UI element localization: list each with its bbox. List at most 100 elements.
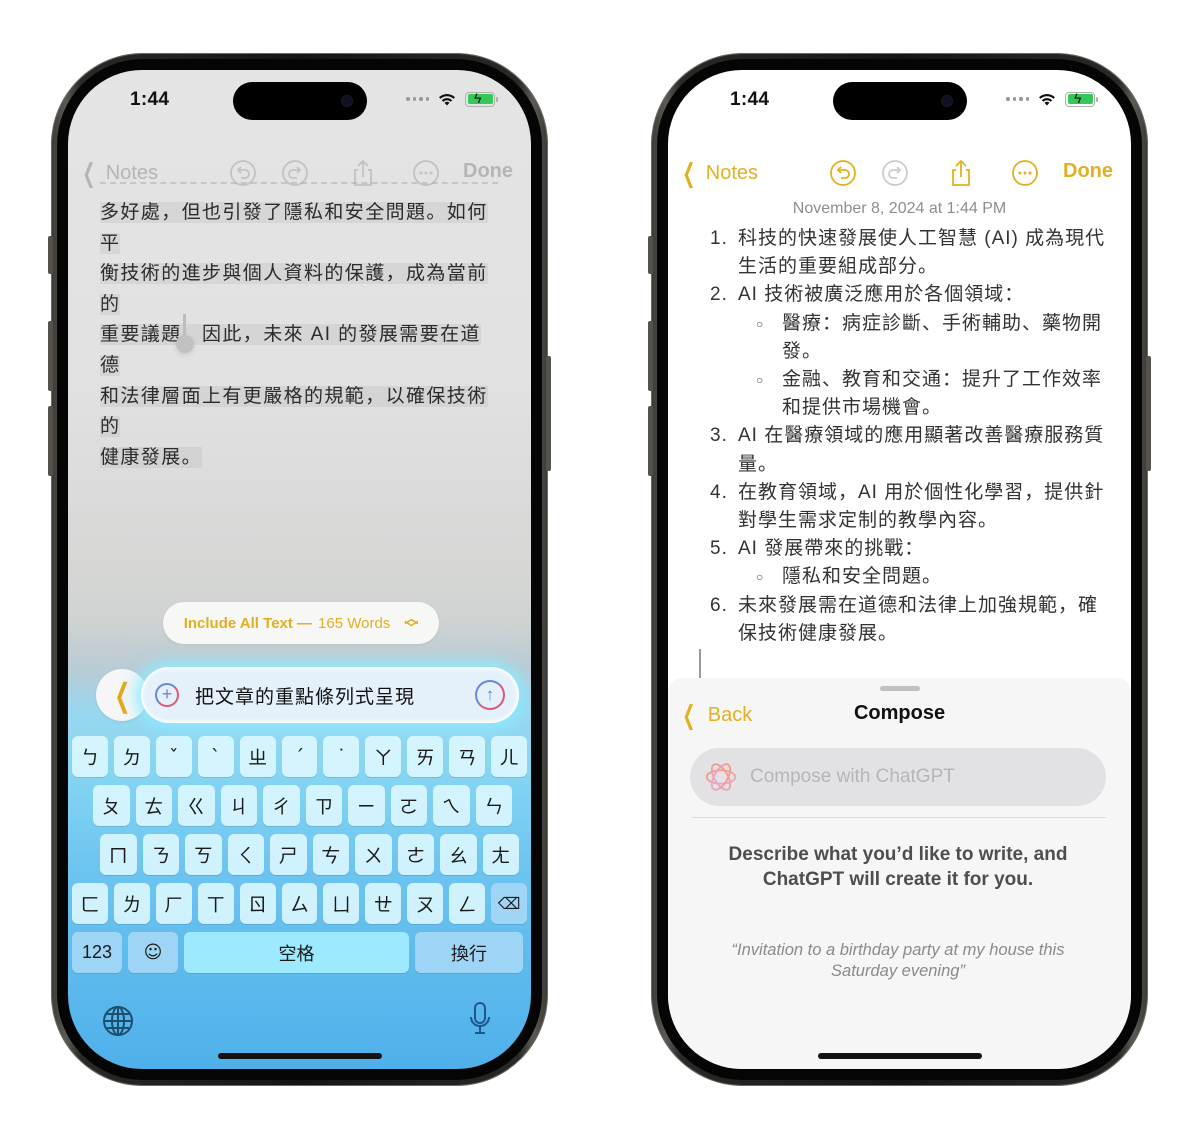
done-button[interactable]: Done [1063, 160, 1113, 183]
numbers-key[interactable]: 123 [72, 932, 122, 973]
home-indicator[interactable] [817, 1053, 982, 1059]
chatgpt-logo-icon [705, 763, 737, 791]
share-icon[interactable] [946, 158, 976, 188]
key[interactable]: ㄈ [72, 883, 108, 924]
note-selected-text[interactable]: 多好處，但也引發了隱私和安全問題。如何平 衡技術的進步與個人資料的保護，成為當前… [100, 198, 498, 473]
space-key[interactable]: 空格 [184, 932, 409, 973]
compose-sheet: ❮ Back Compose Compose with ChatGPT Desc… [668, 678, 1131, 1069]
keyboard-row-3: ㄇ ㄋ ㄎ ㄑ ㄕ ㄘ ㄨ ㄜ ㄠ ㄤ [72, 834, 527, 875]
key[interactable]: ㄡ [407, 883, 444, 924]
list-text: 金融、教育和交通：提升了工作效率和提供市場機會。 [782, 369, 1103, 419]
left-screen: 1:44 ϟ ❮ Notes Done 多好處，但也引發了隱私和安全問題。如何平… [68, 70, 531, 1069]
key[interactable]: ㄊ [135, 785, 172, 826]
key[interactable]: ㄑ [227, 834, 264, 875]
list-number: 6. [710, 594, 728, 616]
prompt-input[interactable]: + 把文章的重點條列式呈現 ↑ [141, 667, 519, 723]
left-phone: 1:44 ϟ ❮ Notes Done 多好處，但也引發了隱私和安全問題。如何平… [48, 53, 551, 1086]
key[interactable]: ㄢ [449, 736, 486, 777]
key[interactable]: ㄠ [440, 834, 477, 875]
key[interactable]: ㄐ [220, 785, 257, 826]
list-number: 3. [710, 425, 728, 447]
key[interactable]: ㄥ [449, 883, 486, 924]
key[interactable]: ㄌ [113, 883, 150, 924]
key[interactable]: ˙ [323, 736, 360, 777]
key[interactable]: ㄟ [433, 785, 470, 826]
status-icons: ϟ [1006, 90, 1098, 107]
list-item: ○ 金融、教育和交通：提升了工作效率和提供市場機會。 [710, 366, 1110, 422]
key[interactable]: ㄒ [197, 883, 234, 924]
list-item: 1. 科技的快速發展使人工智慧 (AI) 成為現代生活的重要組成部分。 [710, 225, 1110, 281]
done-button[interactable]: Done [463, 160, 513, 183]
key[interactable]: ㄔ [263, 785, 300, 826]
volume-up-button [48, 321, 53, 391]
scrolled-text-edge [100, 182, 498, 188]
key[interactable]: ㄨ [355, 834, 392, 875]
bullet-icon: ○ [756, 570, 765, 585]
battery-charging-icon: ϟ [465, 90, 498, 107]
notes-back-button[interactable]: ❮ Notes [678, 160, 758, 186]
key[interactable]: ˇ [155, 736, 192, 777]
list-item: ○ 隱私和安全問題。 [710, 563, 1110, 591]
list-text: AI 在醫療領域的應用顯著改善醫療服務質量。 [738, 425, 1105, 475]
key[interactable]: ˋ [197, 736, 234, 777]
key[interactable]: ㄍ [178, 785, 215, 826]
word-count: 165 Words [318, 614, 391, 632]
list-number: 2. [710, 284, 728, 306]
prompt-text[interactable]: 把文章的重點條列式呈現 [195, 682, 475, 709]
globe-icon[interactable] [102, 1005, 134, 1037]
divider [692, 817, 1106, 818]
compose-input-field[interactable] [690, 748, 1106, 806]
note-date: November 8, 2024 at 1:44 PM [792, 200, 1007, 217]
more-icon[interactable] [1010, 158, 1040, 188]
arrow-up-circle-icon[interactable]: ↑ [475, 680, 505, 710]
key[interactable]: ㄤ [482, 834, 519, 875]
key[interactable]: ㄚ [365, 736, 402, 777]
keyboard-row-2: ㄆ ㄊ ㄍ ㄐ ㄔ ㄗ ㄧ ㄛ ㄟ ㄣ [72, 785, 527, 826]
home-indicator[interactable] [217, 1053, 382, 1059]
include-text-selector[interactable]: Include All Text — 165 Words ︿ ﹀ [163, 602, 439, 644]
key[interactable]: ㄕ [270, 834, 307, 875]
cellular-dots-icon [406, 97, 429, 101]
key[interactable]: ㄋ [142, 834, 179, 875]
note-line: 衡技術的進步與個人資料的保護，成為當前的 [100, 263, 488, 315]
key[interactable]: ㄏ [155, 883, 192, 924]
key[interactable]: ㄎ [185, 834, 222, 875]
key[interactable]: ㄩ [323, 883, 360, 924]
key[interactable]: ㄓ [239, 736, 276, 777]
sheet-grabber[interactable] [879, 686, 920, 691]
list-number: 4. [710, 481, 728, 503]
plus-circle-icon[interactable]: + [155, 683, 179, 707]
keyboard-row-5: 123 ☺ 空格 換行 [72, 932, 527, 973]
key[interactable]: ㄆ [93, 785, 130, 826]
key[interactable]: ㄜ [397, 834, 434, 875]
compose-input[interactable] [750, 766, 1090, 788]
key[interactable]: ㄧ [348, 785, 385, 826]
key[interactable]: ㄘ [312, 834, 349, 875]
list-item: 4. 在教育領域，AI 用於個性化學習，提供針對學生需求定制的教學內容。 [710, 479, 1110, 535]
key[interactable]: ㄞ [407, 736, 444, 777]
emoji-key[interactable]: ☺ [128, 932, 178, 973]
notes-back-label: Notes [705, 161, 759, 184]
key[interactable]: ㄦ [491, 736, 527, 777]
key[interactable]: ㄗ [305, 785, 342, 826]
key[interactable]: ㄝ [365, 883, 402, 924]
return-key[interactable]: 換行 [415, 932, 523, 973]
key[interactable]: ˊ [281, 736, 318, 777]
right-screen: 1:44 ϟ ❮ Notes Done November 8, 2024 at … [668, 70, 1131, 1069]
key[interactable]: ㄖ [239, 883, 276, 924]
key[interactable]: ㄛ [390, 785, 427, 826]
key[interactable]: ㄇ [100, 834, 137, 875]
key[interactable]: ㄣ [475, 785, 512, 826]
undo-icon[interactable] [828, 158, 858, 188]
note-line: 多好處，但也引發了隱私和安全問題。如何平 [100, 202, 488, 254]
key[interactable]: ㄙ [281, 883, 318, 924]
list-text: 科技的快速發展使人工智慧 (AI) 成為現代生活的重要組成部分。 [738, 228, 1106, 278]
selection-handle-knob[interactable] [176, 335, 194, 353]
volume-down-button [48, 406, 53, 476]
key[interactable]: ㄉ [113, 736, 150, 777]
key[interactable]: ㄅ [72, 736, 108, 777]
delete-key[interactable]: ⌫ [491, 883, 527, 924]
microphone-icon[interactable] [468, 1001, 492, 1037]
keyboard-row-1: ㄅ ㄉ ˇ ˋ ㄓ ˊ ˙ ㄚ ㄞ ㄢ ㄦ [72, 736, 527, 777]
note-body[interactable]: 1. 科技的快速發展使人工智慧 (AI) 成為現代生活的重要組成部分。 2. AI … [710, 225, 1110, 648]
